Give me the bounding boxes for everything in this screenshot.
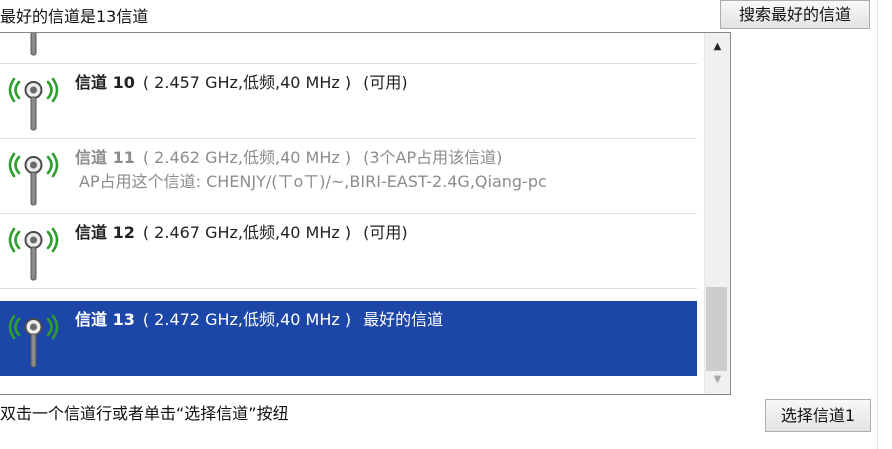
channel-spec: ( 2.462 GHz,低频,40 MHz )	[142, 148, 352, 167]
select-channel-button[interactable]: 选择信道1	[765, 399, 871, 432]
instruction-hint: 双击一个信道行或者单击“选择信道”按纽	[0, 404, 289, 423]
channel-row-text: 信道 13 ( 2.472 GHz,低频,40 MHz ) 最好的信道	[75, 308, 443, 332]
vertical-scrollbar[interactable]: ▲ ▼	[704, 33, 730, 394]
channel-name: 信道 10	[75, 73, 135, 92]
channel-status: (可用)	[363, 73, 408, 92]
channel-list-viewport: 信道 10 ( 2.457 GHz,低频,40 MHz ) (可用) 信道 11 ( …	[0, 33, 713, 394]
channel-row[interactable]: 信道 11( 2.462 GHz,低频,40 MHz ) (3个AP占用该信道) …	[0, 139, 697, 214]
scroll-down-arrow-icon[interactable]: ▼	[705, 368, 730, 392]
channel-row-selected[interactable]: 信道 13 ( 2.472 GHz,低频,40 MHz ) 最好的信道	[0, 301, 697, 376]
channel-row-partial[interactable]	[0, 33, 697, 64]
antenna-icon	[8, 77, 59, 131]
best-channel-label: 最好的信道是13信道	[0, 7, 149, 26]
antenna-icon	[8, 152, 59, 206]
antenna-icon	[8, 314, 59, 368]
scroll-up-arrow-icon[interactable]: ▲	[705, 35, 730, 59]
channel-status: 最好的信道	[363, 310, 444, 329]
antenna-icon	[30, 33, 37, 56]
scrollbar-thumb[interactable]	[706, 287, 727, 371]
channel-row-text: 信道 12 ( 2.467 GHz,低频,40 MHz ) (可用)	[75, 221, 408, 245]
channel-name: 信道 13	[75, 310, 135, 329]
channel-spec: ( 2.472 GHz,低频,40 MHz )	[142, 310, 352, 329]
channel-row[interactable]: 信道 10 ( 2.457 GHz,低频,40 MHz ) (可用)	[0, 64, 697, 139]
search-best-channel-button[interactable]: 搜索最好的信道	[720, 0, 870, 29]
channel-spec: ( 2.457 GHz,低频,40 MHz )	[142, 73, 352, 92]
channel-row-text: 信道 10 ( 2.457 GHz,低频,40 MHz ) (可用)	[75, 71, 408, 95]
channel-list[interactable]: 信道 10 ( 2.457 GHz,低频,40 MHz ) (可用) 信道 11 ( …	[0, 32, 731, 395]
channel-spec: ( 2.467 GHz,低频,40 MHz )	[142, 223, 352, 242]
channel-occupying-aps: AP占用这个信道: CHENJY/(ㄒoㄒ)/~,BIRI-EAST-2.4G,…	[79, 172, 547, 191]
channel-status: (可用)	[363, 223, 408, 242]
channel-row[interactable]: 信道 12 ( 2.467 GHz,低频,40 MHz ) (可用)	[0, 214, 697, 289]
channel-name: 信道 11	[75, 148, 135, 167]
channel-name: 信道 12	[75, 223, 135, 242]
window-edge	[877, 0, 892, 449]
channel-row-text: 信道 11( 2.462 GHz,低频,40 MHz ) (3个AP占用该信道) …	[75, 146, 547, 194]
channel-status: (3个AP占用该信道)	[363, 148, 503, 167]
antenna-icon	[8, 227, 59, 281]
